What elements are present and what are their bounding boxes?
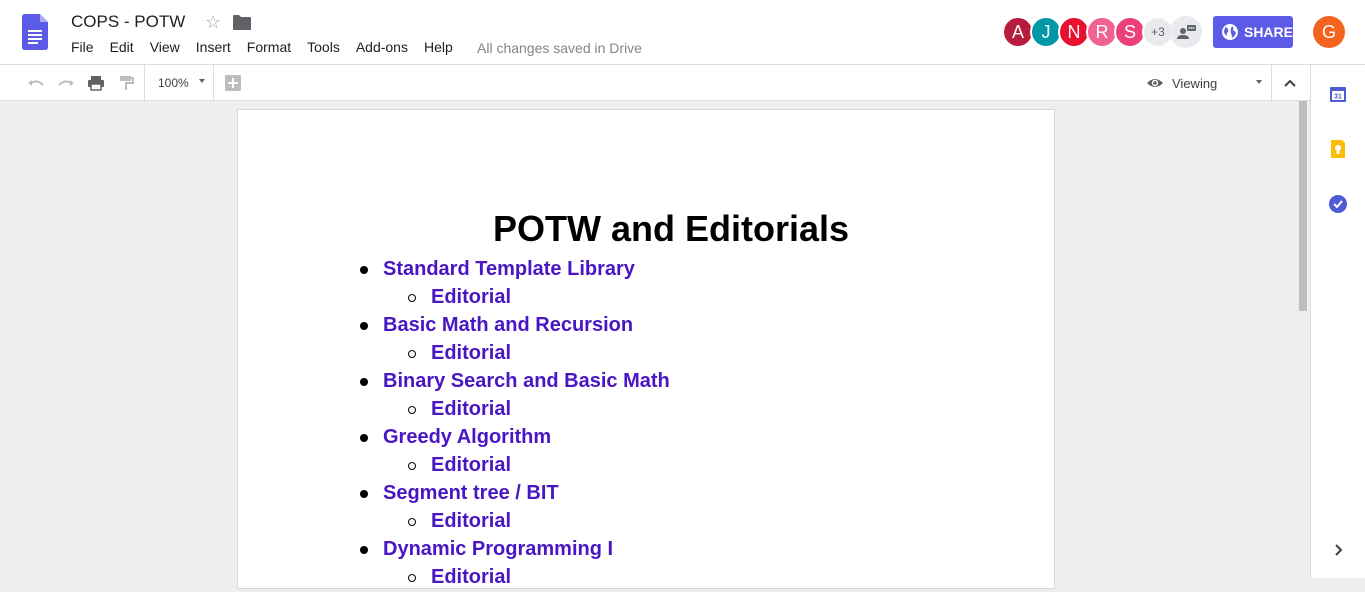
list-item-topic: Greedy Algorithm bbox=[238, 424, 1038, 452]
list-item-link[interactable]: Dynamic Programming I bbox=[383, 536, 613, 562]
list-item-editorial: Editorial bbox=[238, 340, 1038, 368]
document-page: POTW and Editorials Standard Template Li… bbox=[237, 109, 1055, 589]
menu-view[interactable]: View bbox=[150, 39, 180, 55]
bullet-disc-icon bbox=[360, 490, 368, 498]
menu-help[interactable]: Help bbox=[424, 39, 453, 55]
list-item-editorial: Editorial bbox=[238, 452, 1038, 480]
bullet-circle-icon bbox=[408, 294, 416, 302]
menu-edit[interactable]: Edit bbox=[110, 39, 134, 55]
bullet-disc-icon bbox=[360, 434, 368, 442]
show-collaborators-icon[interactable] bbox=[1170, 16, 1202, 48]
menu-insert[interactable]: Insert bbox=[196, 39, 231, 55]
save-status[interactable]: All changes saved in Drive bbox=[477, 40, 642, 56]
list-item-topic: Binary Search and Basic Math bbox=[238, 368, 1038, 396]
bullet-disc-icon bbox=[360, 322, 368, 330]
mode-select[interactable]: Viewing bbox=[1146, 74, 1217, 92]
bullet-circle-icon bbox=[408, 462, 416, 470]
account-avatar[interactable]: G bbox=[1313, 16, 1345, 48]
toolbar: 100% Viewing bbox=[0, 65, 1310, 101]
list-item-link[interactable]: Editorial bbox=[431, 340, 511, 366]
side-panel: 31 bbox=[1310, 65, 1365, 578]
list-item-link[interactable]: Editorial bbox=[431, 508, 511, 534]
zoom-select[interactable]: 100% bbox=[158, 76, 189, 90]
add-comment-icon[interactable] bbox=[223, 73, 243, 93]
app-header: COPS - POTW ☆ File Edit View Insert Form… bbox=[0, 0, 1365, 65]
bullet-disc-icon bbox=[360, 266, 368, 274]
menu-bar: File Edit View Insert Format Tools Add-o… bbox=[71, 39, 469, 55]
list-item-link[interactable]: Editorial bbox=[431, 284, 511, 310]
list-item-topic: Dynamic Programming I bbox=[238, 536, 1038, 564]
list-item-editorial: Editorial bbox=[238, 564, 1038, 592]
calendar-icon[interactable]: 31 bbox=[1328, 84, 1348, 104]
menu-format[interactable]: Format bbox=[247, 39, 291, 55]
list-item-link[interactable]: Segment tree / BIT bbox=[383, 480, 559, 506]
toolbar-separator bbox=[144, 65, 145, 101]
bullet-circle-icon bbox=[408, 406, 416, 414]
print-icon[interactable] bbox=[86, 73, 106, 93]
mode-label: Viewing bbox=[1172, 75, 1218, 91]
bullet-circle-icon bbox=[408, 350, 416, 358]
tasks-icon[interactable] bbox=[1328, 194, 1348, 214]
toolbar-separator bbox=[1271, 65, 1272, 101]
bullet-disc-icon bbox=[360, 546, 368, 554]
list-item-link[interactable]: Basic Math and Recursion bbox=[383, 312, 633, 338]
vertical-scrollbar[interactable] bbox=[1297, 101, 1309, 578]
list-item-link[interactable]: Binary Search and Basic Math bbox=[383, 368, 670, 394]
document-title[interactable]: COPS - POTW bbox=[71, 12, 185, 32]
list-item-link[interactable]: Greedy Algorithm bbox=[383, 424, 551, 450]
bullet-circle-icon bbox=[408, 518, 416, 526]
paint-format-icon[interactable] bbox=[116, 73, 136, 93]
share-button[interactable]: SHARE bbox=[1213, 16, 1293, 48]
globe-icon bbox=[1221, 24, 1238, 40]
list-item-editorial: Editorial bbox=[238, 508, 1038, 536]
undo-icon[interactable] bbox=[26, 73, 46, 93]
chevron-up-icon[interactable] bbox=[1280, 73, 1300, 93]
list-item-topic: Standard Template Library bbox=[238, 256, 1038, 284]
mode-dropdown-caret-icon[interactable] bbox=[1256, 80, 1262, 84]
document-heading: POTW and Editorials bbox=[492, 208, 850, 249]
docs-logo-icon[interactable] bbox=[22, 14, 48, 50]
list-item-editorial: Editorial bbox=[238, 284, 1038, 312]
document-bullet-list: Standard Template Library Editorial Basic … bbox=[238, 256, 1038, 592]
menu-tools[interactable]: Tools bbox=[307, 39, 340, 55]
list-item-topic: Basic Math and Recursion bbox=[238, 312, 1038, 340]
keep-icon[interactable] bbox=[1328, 139, 1348, 159]
list-item-editorial: Editorial bbox=[238, 396, 1038, 424]
svg-text:31: 31 bbox=[1334, 94, 1342, 101]
list-item-link[interactable]: Editorial bbox=[431, 396, 511, 422]
share-button-label: SHARE bbox=[1243, 24, 1293, 40]
menu-file[interactable]: File bbox=[71, 39, 94, 55]
chevron-right-icon[interactable] bbox=[1328, 540, 1348, 560]
zoom-dropdown-caret-icon[interactable] bbox=[199, 79, 205, 83]
list-item-link[interactable]: Editorial bbox=[431, 452, 511, 478]
bullet-disc-icon bbox=[360, 378, 368, 386]
scrollbar-thumb[interactable] bbox=[1299, 101, 1307, 311]
redo-icon[interactable] bbox=[56, 73, 76, 93]
menu-addons[interactable]: Add-ons bbox=[356, 39, 408, 55]
eye-icon bbox=[1147, 79, 1163, 87]
list-item-topic: Segment tree / BIT bbox=[238, 480, 1038, 508]
star-icon[interactable]: ☆ bbox=[205, 12, 221, 33]
bullet-circle-icon bbox=[408, 574, 416, 582]
toolbar-separator bbox=[213, 65, 214, 101]
folder-icon[interactable] bbox=[233, 14, 251, 30]
list-item-link[interactable]: Standard Template Library bbox=[383, 256, 635, 282]
list-item-link[interactable]: Editorial bbox=[431, 564, 511, 590]
